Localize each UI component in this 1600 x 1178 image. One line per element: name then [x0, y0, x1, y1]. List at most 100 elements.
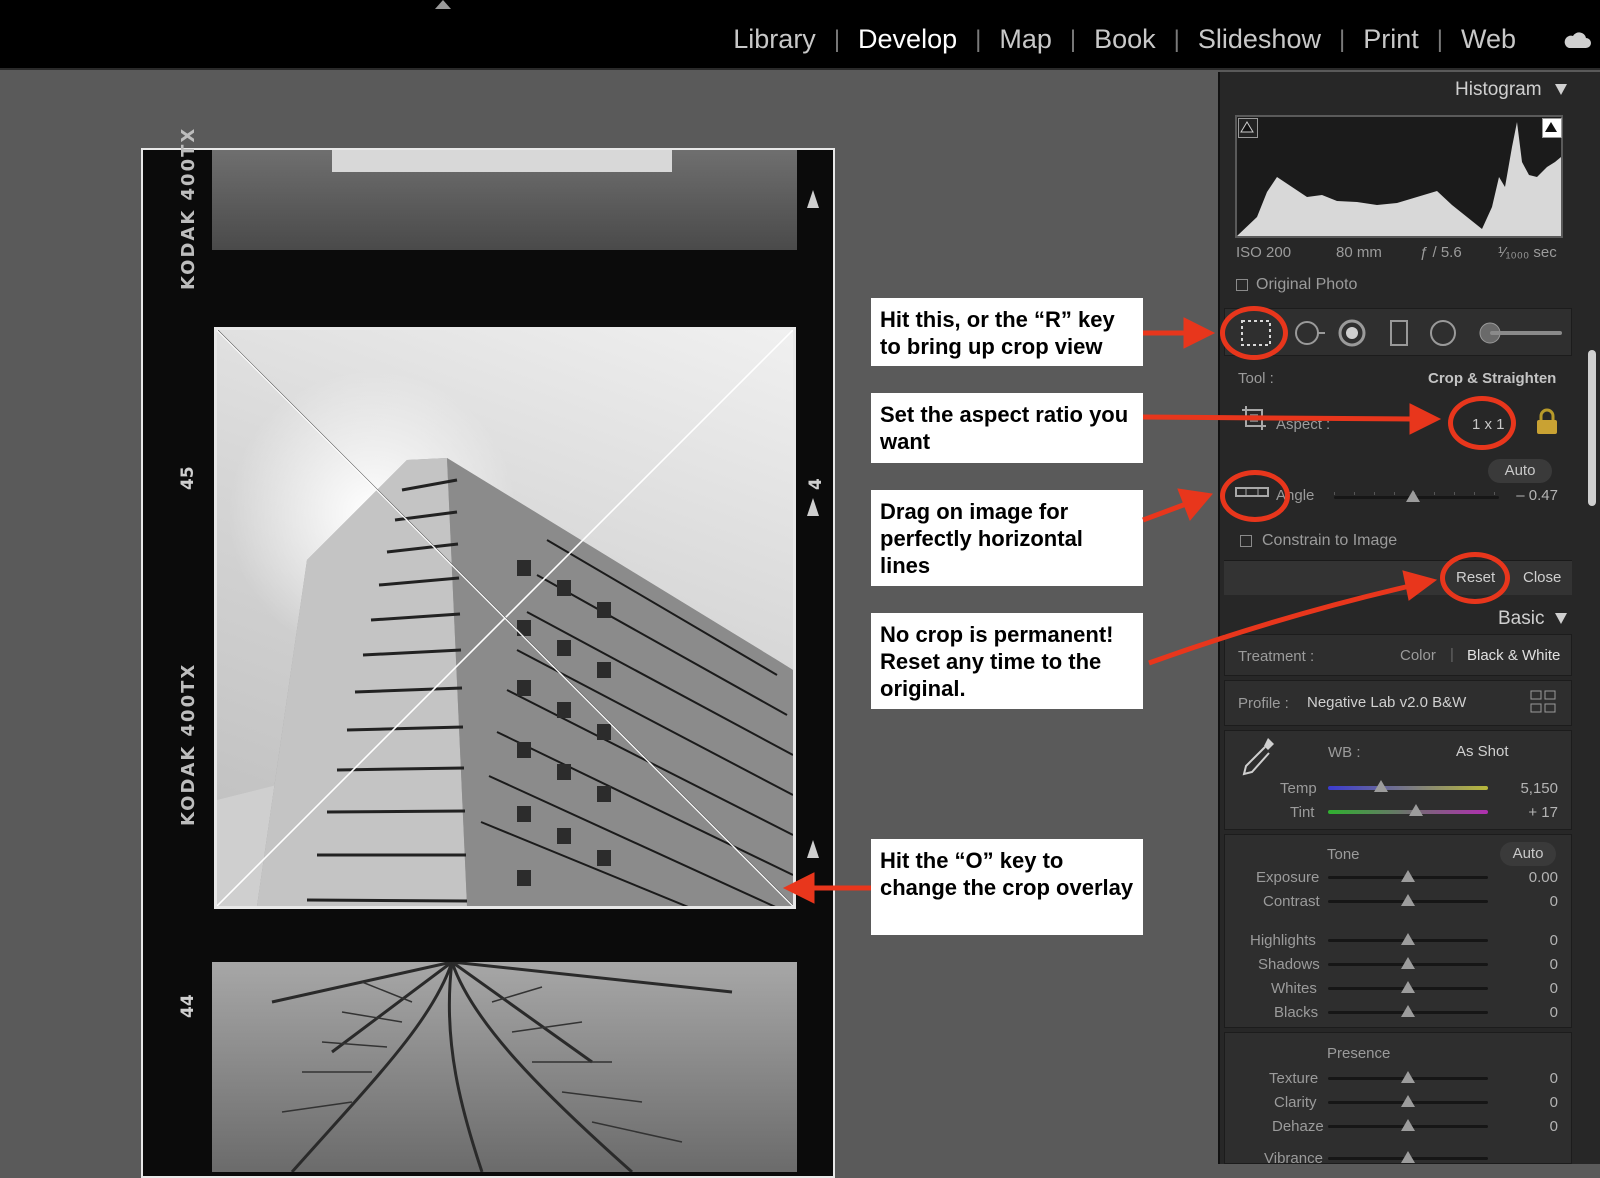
- shadow-clipping-icon[interactable]: [1238, 118, 1258, 138]
- temp-label: Temp: [1280, 780, 1317, 797]
- original-photo-label: Original Photo: [1256, 276, 1358, 293]
- profile-select[interactable]: Negative Lab v2.0 B&W: [1307, 694, 1466, 711]
- separator: |: [1069, 25, 1077, 53]
- film-edge-brand-top: KODAK 400TX: [178, 126, 199, 290]
- whites-value[interactable]: 0: [1500, 980, 1558, 997]
- tint-slider-thumb[interactable]: [1409, 804, 1423, 816]
- adjustment-brush-tool-icon[interactable]: [1476, 318, 1566, 348]
- lock-icon[interactable]: [1535, 408, 1559, 436]
- aspect-label: Aspect :: [1276, 416, 1331, 433]
- panel-scrollbar[interactable]: [1588, 350, 1596, 506]
- callout-angle: Drag on image for perfectly horizontal l…: [871, 490, 1143, 586]
- collapse-triangle-icon[interactable]: [1554, 611, 1568, 625]
- focal-length-readout: 80 mm: [1336, 244, 1382, 261]
- temp-slider-thumb[interactable]: [1374, 780, 1388, 792]
- highlight-ring-angle: [1220, 470, 1290, 522]
- contrast-value[interactable]: 0: [1500, 893, 1558, 910]
- film-frame-number-45: 45: [178, 466, 198, 490]
- treatment-bw-option[interactable]: Black & White: [1467, 647, 1560, 664]
- shadows-value[interactable]: 0: [1500, 956, 1558, 973]
- contrast-label: Contrast: [1263, 893, 1320, 910]
- treatment-color-option[interactable]: Color: [1400, 647, 1436, 664]
- callout-aspect: Set the aspect ratio you want: [871, 393, 1143, 463]
- dehaze-value[interactable]: 0: [1500, 1118, 1558, 1135]
- exposure-value[interactable]: 0.00: [1500, 869, 1558, 886]
- iso-readout: ISO 200: [1236, 244, 1292, 261]
- clarity-slider-thumb[interactable]: [1401, 1095, 1415, 1107]
- histogram-graph: [1235, 115, 1563, 238]
- module-picker-bar: Library | Develop | Map | Book | Slidesh…: [0, 0, 1600, 70]
- highlight-ring-reset: [1440, 552, 1510, 604]
- dehaze-slider-thumb[interactable]: [1401, 1119, 1415, 1131]
- histogram-title[interactable]: Histogram: [1455, 79, 1542, 101]
- basic-title[interactable]: Basic: [1498, 608, 1544, 630]
- profile-label: Profile :: [1238, 695, 1289, 712]
- contrast-slider-thumb[interactable]: [1401, 894, 1415, 906]
- module-develop[interactable]: Develop: [858, 24, 957, 55]
- panel-toggle-arrow-icon[interactable]: [435, 0, 451, 9]
- vibrance-label: Vibrance: [1264, 1150, 1323, 1167]
- angle-auto-label: Auto: [1504, 462, 1536, 479]
- angle-auto-button[interactable]: Auto: [1488, 459, 1552, 483]
- vibrance-slider-thumb[interactable]: [1401, 1151, 1415, 1163]
- original-photo-checkbox[interactable]: [1236, 279, 1248, 291]
- eyedropper-icon[interactable]: [1238, 734, 1278, 778]
- clarity-value[interactable]: 0: [1500, 1094, 1558, 1111]
- crop-frame[interactable]: [214, 327, 796, 909]
- cloud-icon[interactable]: [1562, 30, 1592, 50]
- film-edge-arrow-icon: [807, 840, 819, 858]
- module-list: Library | Develop | Map | Book | Slidesh…: [733, 24, 1516, 55]
- presence-label: Presence: [1327, 1045, 1391, 1062]
- graduated-filter-tool-icon[interactable]: [1387, 318, 1411, 348]
- module-library[interactable]: Library: [733, 24, 816, 55]
- tint-slider[interactable]: [1328, 810, 1488, 814]
- radial-filter-tool-icon[interactable]: [1428, 318, 1458, 348]
- module-print[interactable]: Print: [1363, 24, 1419, 55]
- shadows-slider-thumb[interactable]: [1401, 957, 1415, 969]
- separator: |: [1450, 646, 1454, 663]
- blacks-slider-thumb[interactable]: [1401, 1005, 1415, 1017]
- angle-value[interactable]: – 0.47: [1500, 487, 1558, 504]
- texture-slider-thumb[interactable]: [1401, 1071, 1415, 1083]
- separator: |: [1173, 25, 1180, 53]
- highlights-label: Highlights: [1250, 932, 1316, 949]
- collapse-triangle-icon[interactable]: [1554, 82, 1568, 96]
- temp-slider[interactable]: [1328, 786, 1488, 790]
- crop-frame-tool-icon[interactable]: [1240, 404, 1268, 432]
- red-eye-tool-icon[interactable]: [1337, 318, 1367, 348]
- exposure-slider-thumb[interactable]: [1401, 870, 1415, 882]
- callout-overlay: Hit the “O” key to change the crop overl…: [871, 839, 1143, 935]
- close-button[interactable]: Close: [1523, 569, 1561, 586]
- film-frame-bottom: [212, 962, 797, 1172]
- temp-value[interactable]: 5,150: [1500, 780, 1558, 797]
- tone-auto-label: Auto: [1512, 845, 1544, 862]
- highlight-ring-aspect: [1448, 396, 1516, 450]
- film-edge-arrow-icon: [807, 190, 819, 208]
- highlights-value[interactable]: 0: [1500, 932, 1558, 949]
- module-map[interactable]: Map: [999, 24, 1052, 55]
- wb-select[interactable]: As Shot: [1456, 743, 1509, 760]
- highlight-clipping-icon[interactable]: [1542, 118, 1562, 138]
- texture-value[interactable]: 0: [1500, 1070, 1558, 1087]
- spot-removal-tool-icon[interactable]: [1293, 318, 1327, 348]
- tint-value[interactable]: + 17: [1500, 804, 1558, 821]
- module-web[interactable]: Web: [1461, 24, 1516, 55]
- dehaze-label: Dehaze: [1272, 1118, 1324, 1135]
- treatment-label: Treatment :: [1238, 648, 1315, 665]
- highlights-slider-thumb[interactable]: [1401, 933, 1415, 945]
- tone-auto-button[interactable]: Auto: [1500, 842, 1556, 866]
- blacks-value[interactable]: 0: [1500, 1004, 1558, 1021]
- module-slideshow[interactable]: Slideshow: [1198, 24, 1321, 55]
- angle-slider-thumb[interactable]: [1406, 490, 1420, 502]
- constrain-to-image-checkbox[interactable]: [1240, 535, 1252, 547]
- tool-name: Crop & Straighten: [1428, 370, 1557, 387]
- tint-label: Tint: [1290, 804, 1315, 821]
- tool-label: Tool :: [1238, 370, 1274, 387]
- crop-buttons-row: [1224, 560, 1572, 595]
- module-book[interactable]: Book: [1094, 24, 1156, 55]
- whites-slider-thumb[interactable]: [1401, 981, 1415, 993]
- texture-label: Texture: [1269, 1070, 1319, 1087]
- profile-browser-grid-icon[interactable]: [1530, 690, 1556, 714]
- aperture-readout: ƒ / 5.6: [1420, 244, 1462, 261]
- separator: |: [1436, 25, 1443, 53]
